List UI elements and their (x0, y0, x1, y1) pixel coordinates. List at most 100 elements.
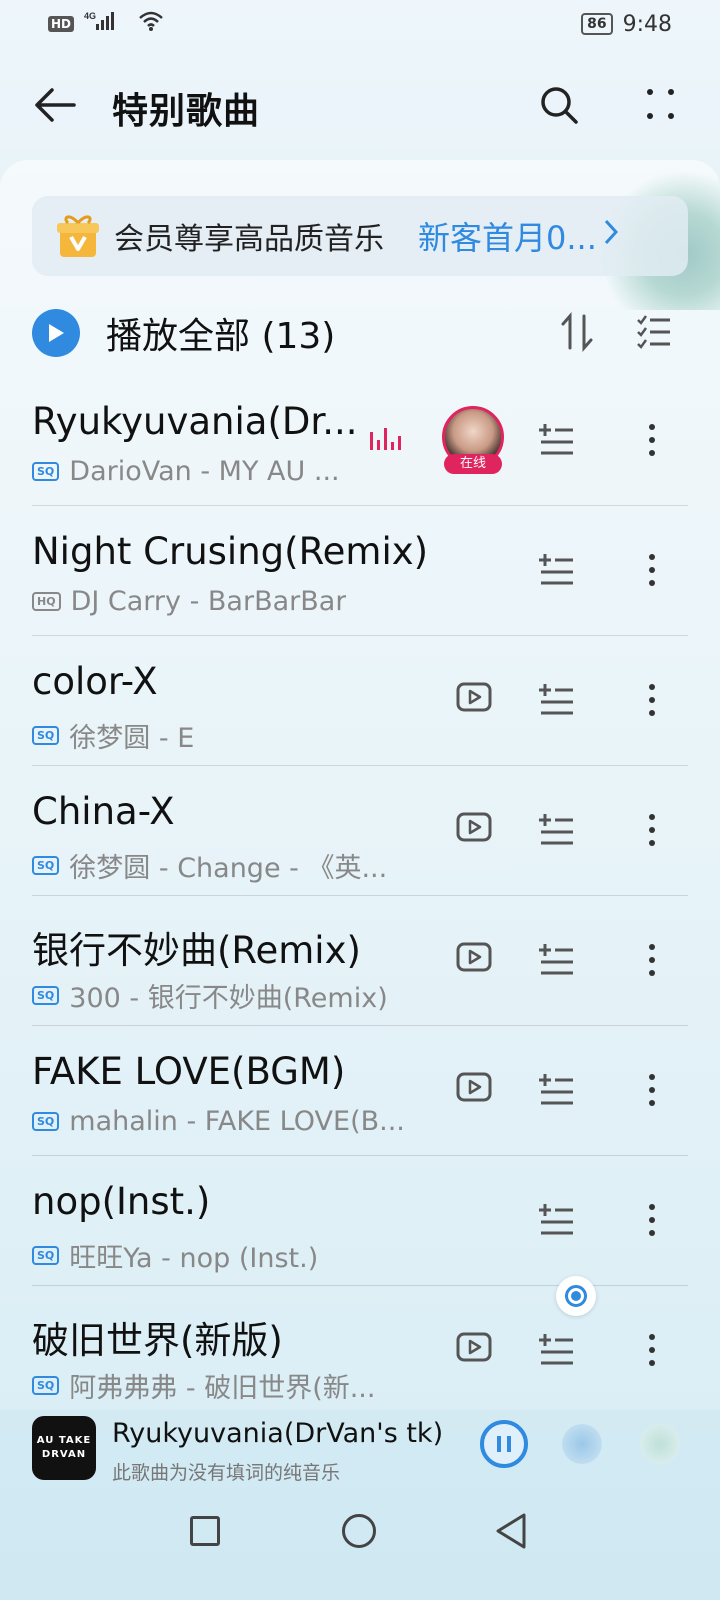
row-more-button[interactable] (640, 1200, 664, 1240)
row-more-button[interactable] (640, 1070, 664, 1110)
song-artist-album: 300 - 银行不妙曲(Remix) (69, 983, 388, 1014)
mv-play-icon[interactable] (456, 1332, 492, 1366)
mv-play-icon[interactable] (456, 942, 492, 976)
battery-indicator: 86 (581, 13, 613, 35)
song-artist-album: DarioVan - MY AU ... (69, 456, 340, 487)
add-to-playlist-icon[interactable] (538, 552, 574, 590)
more-options-button[interactable] (640, 80, 680, 128)
song-title: FAKE LOVE(BGM) (32, 1050, 346, 1093)
equalizer-icon (370, 426, 401, 450)
song-subtitle: SQ 旺旺Ya - nop (Inst.) (32, 1236, 318, 1275)
dot (649, 970, 655, 976)
song-row[interactable]: China-X SQ 徐梦圆 - Change - 《英... (32, 766, 688, 896)
song-row[interactable]: 银行不妙曲(Remix) SQ 300 - 银行不妙曲(Remix) (32, 896, 688, 1026)
sort-icon[interactable] (560, 312, 594, 356)
signal-icon: 4G (84, 10, 128, 38)
cover-text: AU TAKE (36, 1435, 92, 1446)
row-more-button[interactable] (640, 1330, 664, 1370)
dot (649, 580, 655, 586)
quality-badge: SQ (32, 1246, 60, 1265)
play-all-label[interactable]: 播放全部 (13) (106, 307, 335, 359)
back-button[interactable] (32, 82, 78, 128)
add-to-playlist-icon[interactable] (538, 1072, 574, 1110)
hd-badge: HD (48, 16, 75, 32)
dot (649, 957, 655, 963)
search-button[interactable] (536, 82, 582, 128)
song-artist-album: DJ Carry - BarBarBar (70, 586, 347, 617)
song-title: 银行不妙曲(Remix) (32, 929, 361, 972)
quality-badge: SQ (32, 856, 60, 875)
add-to-playlist-icon[interactable] (538, 942, 574, 980)
song-title: Night Crusing(Remix) (32, 530, 429, 573)
add-to-playlist-icon[interactable] (538, 422, 574, 460)
live-avatar[interactable]: 在线 (442, 406, 506, 478)
add-to-playlist-icon[interactable] (538, 682, 574, 720)
playlist-button[interactable] (640, 1424, 680, 1464)
locate-current-song-button[interactable] (556, 1276, 596, 1316)
mini-player[interactable]: AU TAKE DRVAN Ryukyuvania(DrVan's tk) 此歌… (0, 1412, 720, 1512)
album-cover[interactable]: AU TAKE DRVAN (32, 1416, 96, 1480)
play-pause-button[interactable] (480, 1420, 528, 1468)
play-all-button[interactable] (32, 309, 80, 357)
song-subtitle: SQ 阿弗弗弗 - 破旧世界(新... (32, 1366, 375, 1405)
live-tag: 在线 (444, 454, 502, 474)
song-artist-album: 旺旺Ya - nop (Inst.) (69, 1243, 319, 1274)
dot (649, 450, 655, 456)
mv-play-icon[interactable] (456, 682, 492, 716)
vip-offer-link[interactable]: 新客首月0... (418, 213, 597, 259)
dot (649, 814, 655, 820)
add-to-playlist-icon[interactable] (538, 1332, 574, 1370)
song-artist-album: 徐梦圆 - Change - 《英... (69, 853, 388, 884)
song-row[interactable]: color-X SQ 徐梦圆 - E (32, 636, 688, 766)
target-core (571, 1291, 581, 1301)
dot (667, 89, 674, 95)
vip-banner[interactable]: 会员尊享高品质音乐 新客首月0... (32, 196, 688, 276)
system-back-button[interactable] (494, 1512, 528, 1554)
recent-apps-button[interactable] (190, 1516, 220, 1546)
top-bar: 特别歌曲 (0, 60, 720, 150)
dot (646, 89, 653, 95)
row-more-button[interactable] (640, 550, 664, 590)
song-subtitle: SQ 徐梦圆 - E (32, 716, 194, 755)
quality-badge: SQ (32, 1112, 60, 1131)
effect-button[interactable] (562, 1424, 602, 1464)
song-row[interactable]: FAKE LOVE(BGM) SQ mahalin - FAKE LOVE(B.… (32, 1026, 688, 1156)
song-subtitle: SQ 300 - 银行不妙曲(Remix) (32, 976, 388, 1015)
system-nav-bar (0, 1510, 720, 1600)
song-subtitle: SQ 徐梦圆 - Change - 《英... (32, 846, 387, 885)
dot (649, 567, 655, 573)
multi-select-icon[interactable] (636, 312, 672, 356)
song-subtitle: HQ DJ Carry - BarBarBar (32, 586, 346, 617)
eq-bar (370, 432, 373, 450)
song-row[interactable]: Ryukyuvania(Dr... SQ DarioVan - MY AU ..… (32, 376, 688, 506)
dot (649, 1217, 655, 1223)
song-artist-album: 阿弗弗弗 - 破旧世界(新... (69, 1373, 376, 1404)
cover-text: DRVAN (41, 1449, 87, 1460)
status-right: 86 9:48 (581, 12, 672, 37)
dot (649, 437, 655, 443)
row-more-button[interactable] (640, 420, 664, 460)
mv-play-icon[interactable] (456, 812, 492, 846)
row-more-button[interactable] (640, 680, 664, 720)
dot (649, 1347, 655, 1353)
mv-play-icon[interactable] (456, 1072, 492, 1106)
row-more-button[interactable] (640, 810, 664, 850)
song-row[interactable]: nop(Inst.) SQ 旺旺Ya - nop (Inst.) (32, 1156, 688, 1286)
song-row[interactable]: Night Crusing(Remix) HQ DJ Carry - BarBa… (32, 506, 688, 636)
song-title: nop(Inst.) (32, 1180, 211, 1223)
home-button[interactable] (342, 1514, 376, 1548)
row-more-button[interactable] (640, 940, 664, 980)
song-artist-album: 徐梦圆 - E (69, 723, 195, 754)
svg-text:4G: 4G (84, 11, 96, 21)
add-to-playlist-icon[interactable] (538, 812, 574, 850)
eq-bar (398, 436, 401, 450)
add-to-playlist-icon[interactable] (538, 1202, 574, 1240)
dot (649, 840, 655, 846)
dot (649, 710, 655, 716)
dot (646, 113, 653, 119)
dot (649, 697, 655, 703)
dot (649, 424, 655, 430)
song-subtitle: SQ mahalin - FAKE LOVE(B... (32, 1106, 405, 1137)
play-all-row: 播放全部 (13) (32, 298, 688, 368)
dot (649, 1360, 655, 1366)
